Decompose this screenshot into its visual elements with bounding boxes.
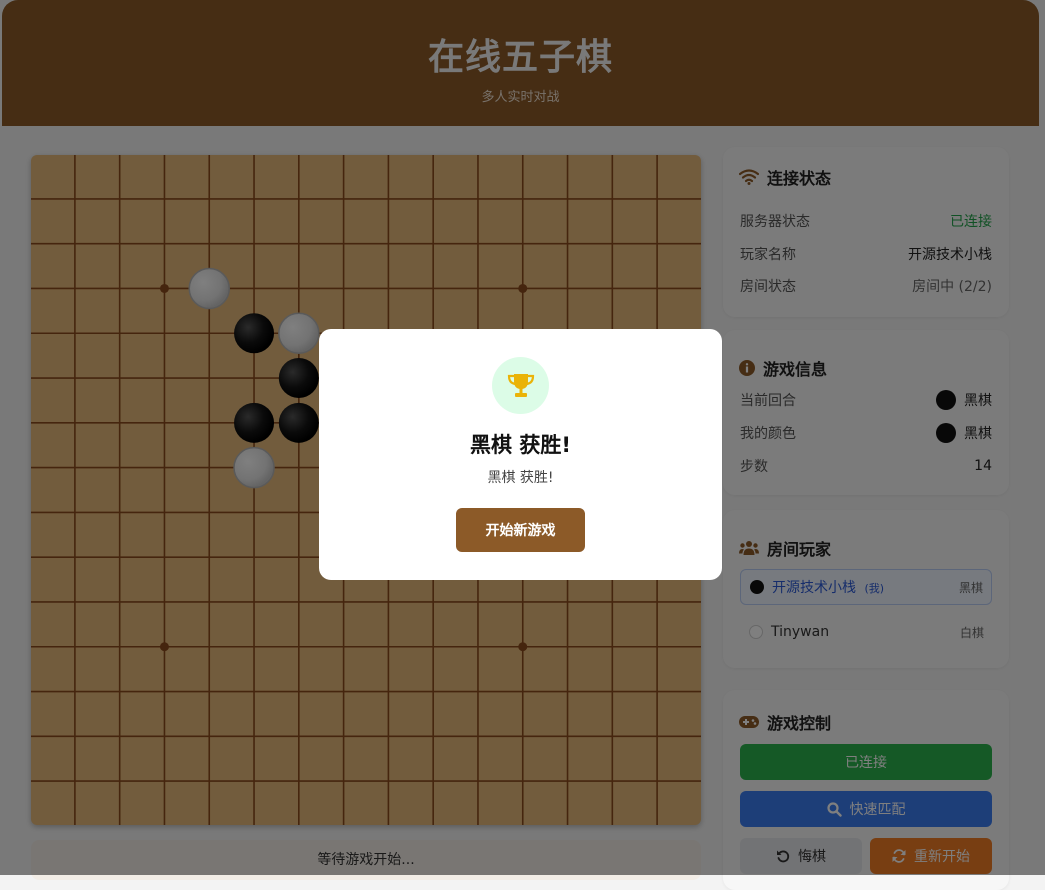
- trophy-badge: [492, 357, 549, 414]
- trophy-icon: [507, 373, 534, 397]
- modal-message: 黑棋 获胜!: [487, 470, 554, 486]
- new-game-button[interactable]: 开始新游戏: [456, 508, 585, 552]
- game-over-modal: 黑棋 获胜! 黑棋 获胜! 开始新游戏: [319, 329, 722, 580]
- modal-title: 黑棋 获胜!: [470, 433, 571, 457]
